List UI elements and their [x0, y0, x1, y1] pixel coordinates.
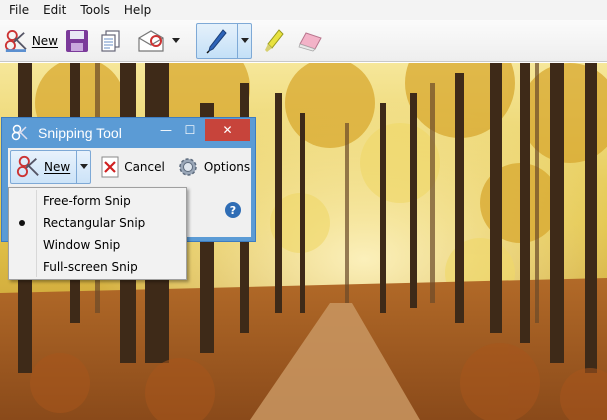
new-snip-icon [4, 29, 27, 52]
snip-mode-menu: Free-form Snip Rectangular Snip Window S… [8, 187, 187, 280]
chevron-down-icon [79, 164, 88, 169]
selected-bullet-icon [19, 220, 25, 226]
snipping-tool-app-icon [11, 124, 28, 141]
copy-icon [101, 29, 120, 52]
send-dropdown-button[interactable] [170, 24, 182, 58]
save-button[interactable] [62, 24, 92, 58]
pen-dropdown-button[interactable] [237, 23, 251, 58]
highlighter-button[interactable] [260, 24, 288, 58]
menu-item-full-screen-snip[interactable]: Full-screen Snip [9, 256, 186, 278]
close-button[interactable]: ✕ [205, 119, 250, 141]
menu-item-window-snip[interactable]: Window Snip [9, 234, 186, 256]
close-icon: ✕ [222, 123, 233, 137]
maximize-icon: ☐ [184, 123, 196, 137]
new-dropdown-button[interactable] [76, 151, 90, 183]
new-button[interactable]: New [11, 151, 76, 183]
pen-icon [206, 28, 227, 54]
new-snip-split-button: New [10, 150, 92, 184]
minimize-icon: — [160, 123, 172, 137]
send-email-button[interactable] [134, 24, 168, 58]
eraser-button[interactable] [294, 24, 326, 58]
snipping-toolbar: New Cancel Options [8, 148, 251, 186]
minimize-button[interactable]: — [155, 119, 177, 141]
editor-toolbar: New [0, 20, 607, 62]
send-email-icon [138, 29, 164, 52]
help-button[interactable]: ? [225, 202, 241, 218]
menu-tools[interactable]: Tools [73, 3, 117, 17]
menu-edit[interactable]: Edit [36, 3, 73, 17]
options-label: Options [203, 160, 251, 174]
help-icon: ? [229, 203, 237, 217]
menu-file[interactable]: File [2, 3, 36, 17]
new-snip-icon [16, 155, 39, 178]
menu-item-rectangular-snip[interactable]: Rectangular Snip [9, 212, 186, 234]
new-snip-button[interactable]: New [0, 24, 58, 58]
dropdown-arrow-icon [172, 37, 180, 43]
menu-help[interactable]: Help [117, 3, 158, 17]
chevron-down-icon [240, 37, 249, 43]
save-icon [66, 29, 88, 52]
cancel-label: Cancel [124, 160, 165, 174]
copy-button[interactable] [96, 24, 126, 58]
new-snip-label: New [31, 33, 58, 48]
options-button[interactable]: Options [177, 156, 250, 178]
gear-icon [179, 158, 197, 176]
menu-item-free-form-snip[interactable]: Free-form Snip [9, 190, 186, 212]
window-title: Snipping Tool [38, 125, 122, 141]
new-button-label: New [44, 160, 71, 174]
maximize-button[interactable]: ☐ [179, 119, 201, 141]
pen-tool-group [196, 22, 252, 59]
pen-button[interactable] [197, 24, 237, 58]
menu-bar: File Edit Tools Help [0, 0, 607, 20]
eraser-icon [298, 31, 322, 51]
highlighter-icon [265, 28, 284, 52]
cancel-icon [101, 156, 119, 178]
cancel-button[interactable]: Cancel [101, 156, 165, 178]
